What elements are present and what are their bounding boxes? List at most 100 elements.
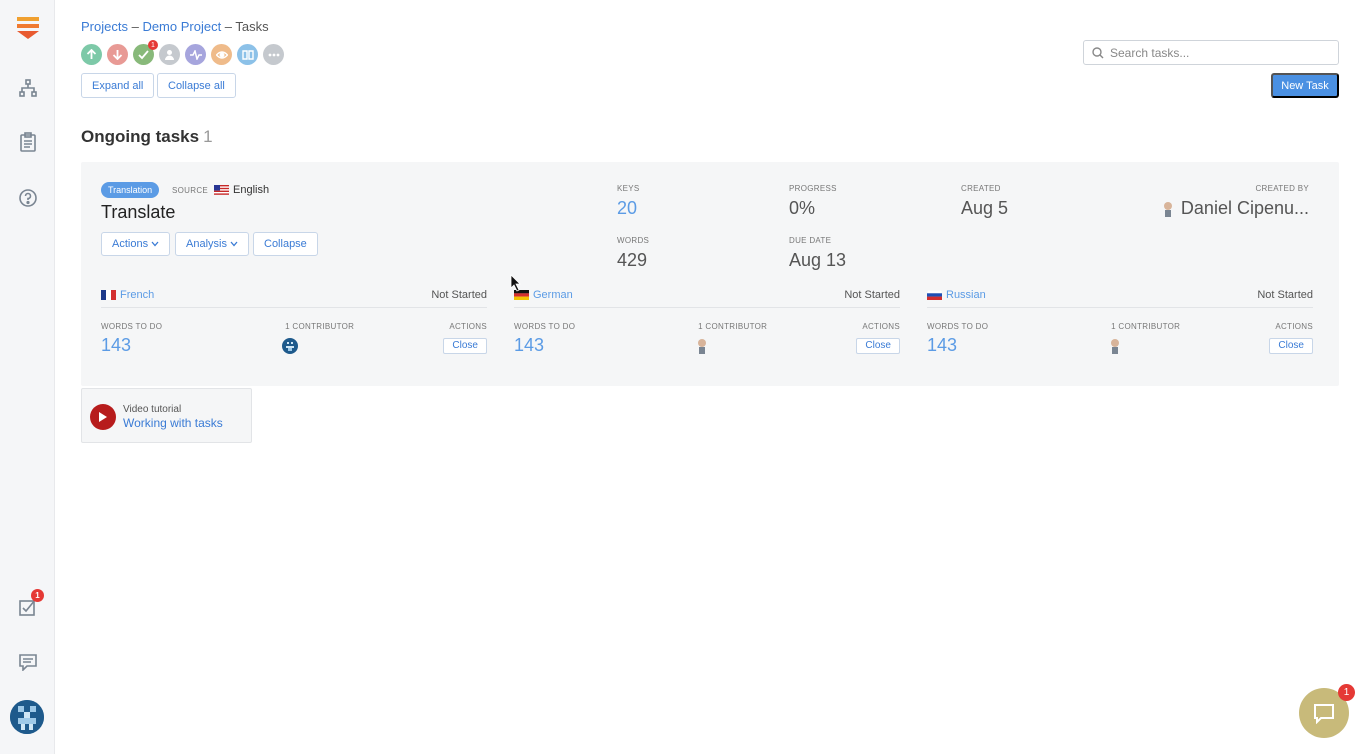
language-link-german[interactable]: German <box>514 289 573 301</box>
words-to-do-label: WORDS TO DO <box>101 322 163 331</box>
video-tutorial-label: Video tutorial <box>123 404 182 415</box>
us-flag-icon <box>214 185 229 195</box>
logo-icon[interactable] <box>14 14 42 42</box>
search-placeholder: Search tasks... <box>1110 45 1190 60</box>
contributor-label: 1 CONTRIBUTOR <box>1111 322 1181 331</box>
contributor-avatar[interactable] <box>1108 338 1248 354</box>
source-language: English <box>214 184 269 196</box>
words-to-do-label: WORDS TO DO <box>514 322 576 331</box>
actions-label: ACTIONS <box>862 322 900 331</box>
language-column-german: German Not Started WORDS TO DO 1 CONTRIB… <box>514 288 900 356</box>
upload-icon[interactable] <box>81 44 102 65</box>
video-tutorial-link[interactable]: Working with tasks <box>123 416 223 430</box>
check-badge: 1 <box>148 40 158 50</box>
user-avatar-icon <box>1163 201 1172 217</box>
words-to-do-value[interactable]: 143 <box>927 335 1087 356</box>
words-label: WORDS <box>617 236 650 245</box>
close-button[interactable]: Close <box>856 337 900 354</box>
status-badge: Not Started <box>1257 288 1313 301</box>
actions-dropdown[interactable]: Actions <box>101 232 171 256</box>
contributor-avatar[interactable] <box>695 338 835 354</box>
language-column-french: French Not Started WORDS TO DO 1 CONTRIB… <box>101 288 487 356</box>
avatar <box>282 337 299 354</box>
keys-label: KEYS <box>617 184 640 193</box>
language-name: Russian <box>946 288 986 301</box>
book-icon[interactable] <box>237 44 258 65</box>
mouse-cursor-icon <box>510 274 521 292</box>
clipboard-icon[interactable] <box>14 128 42 156</box>
created-by: Daniel Cipenu... <box>1161 198 1309 219</box>
search-icon <box>1092 46 1104 58</box>
activity-icon[interactable] <box>185 44 206 65</box>
close-button[interactable]: Close <box>443 337 487 354</box>
actions-label: ACTIONS <box>449 322 487 331</box>
language-link-french[interactable]: French <box>101 289 154 301</box>
created-value: Aug 5 <box>961 198 1009 218</box>
task-card: Translation SOURCE English Translate Act… <box>81 162 1339 386</box>
section-count: 1 <box>203 127 213 146</box>
collapse-all-button[interactable]: Collapse all <box>157 73 236 98</box>
avatar[interactable] <box>10 700 44 734</box>
breadcrumb-current: Tasks <box>235 19 269 34</box>
breadcrumb-project-link[interactable]: Demo Project <box>142 19 221 34</box>
source-label: SOURCE <box>172 186 209 195</box>
filter-icons: 1 <box>81 40 284 65</box>
fr-flag-icon <box>101 289 116 300</box>
status-badge: Not Started <box>431 288 487 301</box>
chat-badge: 1 <box>1338 684 1355 701</box>
eye-icon[interactable] <box>211 44 232 65</box>
contributor-label: 1 CONTRIBUTOR <box>285 322 355 331</box>
close-button[interactable]: Close <box>1269 337 1313 354</box>
language-name: French <box>120 288 155 301</box>
due-date-label: DUE DATE <box>789 236 832 245</box>
more-icon[interactable] <box>263 44 284 65</box>
words-to-do-value[interactable]: 143 <box>101 335 261 356</box>
breadcrumb-separator: – <box>221 19 236 34</box>
analysis-dropdown[interactable]: Analysis <box>175 232 249 256</box>
chat-icon <box>1314 704 1334 724</box>
words-to-do-value[interactable]: 143 <box>514 335 674 356</box>
chat-launcher[interactable]: 1 <box>1299 684 1355 738</box>
contributor-label: 1 CONTRIBUTOR <box>698 322 768 331</box>
section-title-text: Ongoing tasks <box>81 127 200 146</box>
chevron-down-icon <box>151 241 159 247</box>
analysis-label: Analysis <box>186 238 227 250</box>
tasks-badge: 1 <box>31 589 44 602</box>
progress-value: 0% <box>789 198 816 218</box>
check-icon[interactable]: 1 <box>133 40 158 65</box>
breadcrumb: Projects – Demo Project – Tasks <box>81 19 269 34</box>
language-column-russian: Russian Not Started WORDS TO DO 1 CONTRI… <box>927 288 1313 356</box>
sidebar: 1 <box>0 0 55 754</box>
search-input[interactable]: Search tasks... <box>1083 40 1339 65</box>
contributor-avatar[interactable] <box>282 337 422 354</box>
comment-icon[interactable] <box>14 648 42 676</box>
created-label: CREATED <box>961 184 1001 193</box>
task-check-icon[interactable]: 1 <box>14 589 44 621</box>
created-by-label: CREATED BY <box>1255 184 1309 193</box>
breadcrumb-separator: – <box>127 19 143 34</box>
download-icon[interactable] <box>107 44 128 65</box>
task-type-badge: Translation <box>101 182 160 198</box>
created-by-name: Daniel Cipenu... <box>1180 198 1309 218</box>
breadcrumb-projects-link[interactable]: Projects <box>81 19 128 34</box>
user-avatar-icon <box>698 338 707 354</box>
user-avatar-icon <box>1111 338 1120 354</box>
keys-value[interactable]: 20 <box>617 198 637 219</box>
page-title: Ongoing tasks 1 <box>81 127 213 147</box>
words-to-do-label: WORDS TO DO <box>927 322 989 331</box>
source-language-name: English <box>233 184 270 196</box>
play-icon[interactable] <box>90 404 116 430</box>
chevron-down-icon <box>230 241 238 247</box>
video-tutorial-card[interactable]: Video tutorial Working with tasks <box>81 388 252 443</box>
hierarchy-icon[interactable] <box>14 74 42 102</box>
collapse-button[interactable]: Collapse <box>253 232 318 256</box>
actions-label: Actions <box>112 238 149 250</box>
language-link-russian[interactable]: Russian <box>927 289 986 301</box>
words-value: 429 <box>617 250 648 270</box>
user-icon[interactable] <box>159 44 180 65</box>
help-icon[interactable] <box>14 184 42 212</box>
progress-label: PROGRESS <box>789 184 837 193</box>
status-badge: Not Started <box>844 288 900 301</box>
new-task-button[interactable]: New Task <box>1271 73 1339 98</box>
expand-all-button[interactable]: Expand all <box>81 73 155 98</box>
